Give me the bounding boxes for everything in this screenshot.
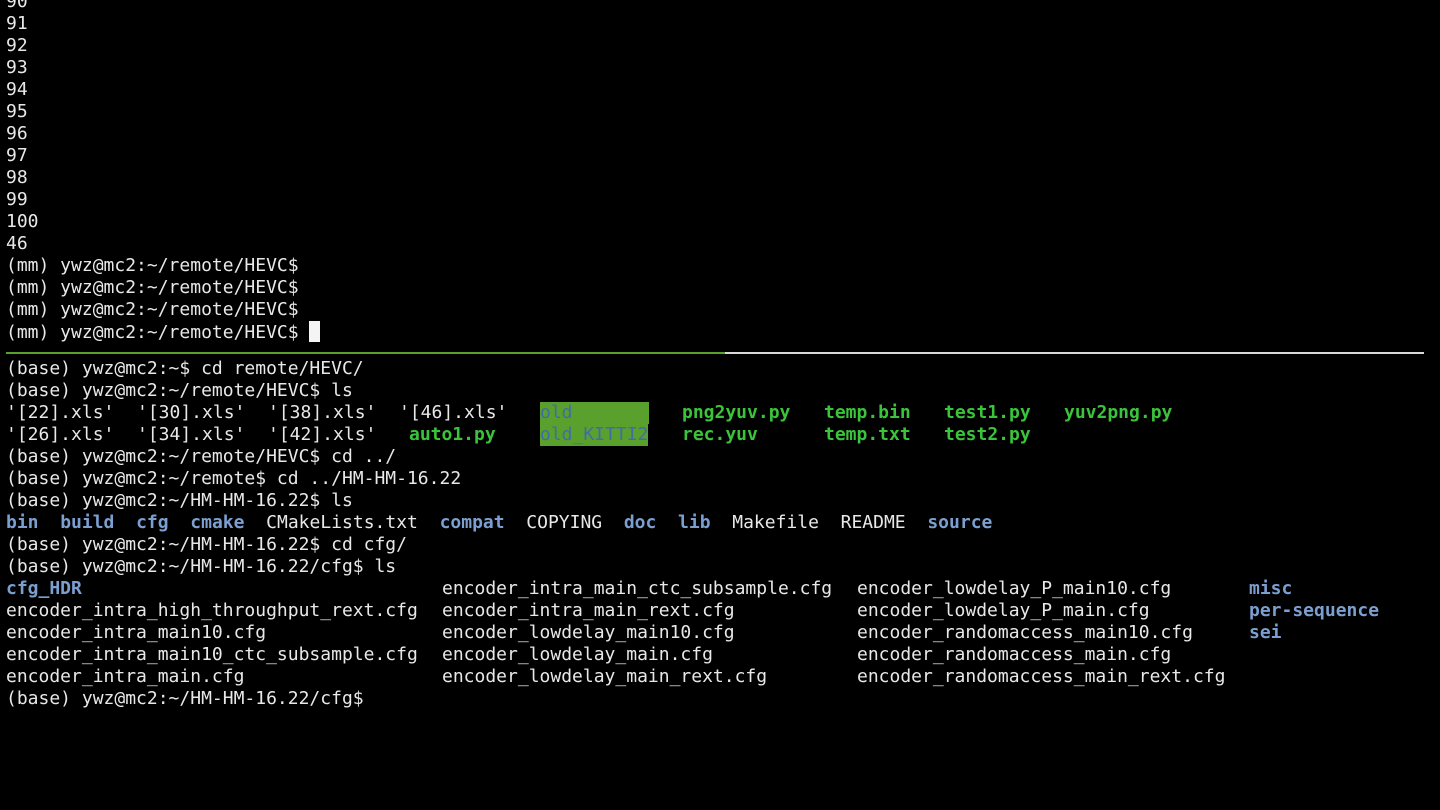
- executable-entry: test2.py: [944, 424, 1031, 445]
- file-entry: encoder_randomaccess_main.cfg: [857, 644, 1172, 665]
- directory-entry: old_KITTI2: [540, 424, 649, 446]
- file-entry: encoder_lowdelay_P_main10.cfg: [857, 578, 1172, 599]
- ls-output-row: '[22].xls' '[30].xls' '[38].xls' '[46].x…: [6, 402, 1440, 424]
- directory-entry: per-sequence: [1249, 600, 1380, 621]
- prompt-line: (mm) ywz@mc2:~/remote/HEVC$: [6, 277, 299, 298]
- executable-entry: temp.bin: [824, 402, 911, 423]
- output-line: 92: [6, 35, 28, 56]
- ls-output-row: bin build cfg cmake CMakeLists.txt compa…: [6, 512, 1440, 534]
- file-entry: '[30].xls': [137, 402, 246, 423]
- output-line: 46: [6, 233, 28, 254]
- command-line: (base) ywz@mc2:~/HM-HM-16.22/cfg$ ls: [6, 556, 397, 577]
- output-line: 90: [6, 0, 28, 12]
- command-line: (base) ywz@mc2:~/remote/HEVC$ cd ../: [6, 446, 397, 467]
- file-entry: encoder_lowdelay_main.cfg: [442, 644, 713, 665]
- file-entry: encoder_lowdelay_P_main.cfg: [857, 600, 1150, 621]
- output-line: 98: [6, 167, 28, 188]
- executable-entry: rec.yuv: [682, 424, 758, 445]
- ls-output-row: encoder_intra_main10.cfg encoder_lowdela…: [6, 622, 1440, 644]
- file-entry: encoder_randomaccess_main10.cfg: [857, 622, 1193, 643]
- file-entry: encoder_randomaccess_main_rext.cfg: [857, 666, 1226, 687]
- directory-entry: build: [60, 512, 115, 533]
- ls-output-row: encoder_intra_main.cfg encoder_lowdelay_…: [6, 666, 1440, 688]
- ls-output-row: encoder_intra_main10_ctc_subsample.cfg e…: [6, 644, 1440, 666]
- command-line: (base) ywz@mc2:~/remote/HEVC$ ls: [6, 380, 353, 401]
- file-entry: '[22].xls': [6, 402, 115, 423]
- terminal-pane-bottom[interactable]: (base) ywz@mc2:~$ cd remote/HEVC/ (base)…: [6, 358, 1440, 710]
- output-line: 95: [6, 101, 28, 122]
- directory-entry: misc: [1249, 578, 1293, 599]
- text-cursor[interactable]: [309, 321, 321, 342]
- output-line: 100: [6, 211, 39, 232]
- file-entry: encoder_intra_main_rext.cfg: [442, 600, 735, 621]
- prompt-text: (mm) ywz@mc2:~/remote/HEVC$: [6, 322, 310, 343]
- pane-divider-active-segment: [6, 352, 725, 354]
- file-entry: README: [840, 512, 906, 533]
- directory-entry: cfg: [136, 512, 169, 533]
- file-entry: encoder_intra_main10_ctc_subsample.cfg: [6, 644, 418, 665]
- output-line: 93: [6, 57, 28, 78]
- terminal-pane-top[interactable]: 90 91 92 93 94 95 96 97 98 99 100 46 (mm…: [6, 0, 1440, 343]
- active-prompt-line[interactable]: (mm) ywz@mc2:~/remote/HEVC$: [6, 321, 1440, 343]
- output-line: 97: [6, 145, 28, 166]
- file-entry: '[34].xls': [137, 424, 246, 445]
- pane-divider[interactable]: [6, 352, 1424, 354]
- directory-entry: old: [540, 402, 649, 424]
- output-line: 94: [6, 79, 28, 100]
- directory-entry: bin: [6, 512, 39, 533]
- directory-entry: compat: [439, 512, 505, 533]
- file-entry: '[42].xls': [268, 424, 377, 445]
- prompt-line: (mm) ywz@mc2:~/remote/HEVC$: [6, 299, 299, 320]
- output-line: 99: [6, 189, 28, 210]
- prompt-line: (mm) ywz@mc2:~/remote/HEVC$: [6, 255, 299, 276]
- file-entry: '[46].xls': [399, 402, 508, 423]
- directory-entry: sei: [1249, 622, 1282, 643]
- command-line: (base) ywz@mc2:~/remote$ cd ../HM-HM-16.…: [6, 468, 462, 489]
- directory-entry: doc: [623, 512, 657, 533]
- file-entry: encoder_lowdelay_main10.cfg: [442, 622, 735, 643]
- file-entry: encoder_intra_main.cfg: [6, 666, 245, 687]
- ls-output-row: encoder_intra_high_throughput_rext.cfg e…: [6, 600, 1440, 622]
- file-entry: '[26].xls': [6, 424, 115, 445]
- directory-entry: cfg_HDR: [6, 578, 82, 599]
- executable-entry: test1.py: [944, 402, 1031, 423]
- executable-entry: png2yuv.py: [682, 402, 791, 423]
- file-entry: encoder_intra_main_ctc_subsample.cfg: [442, 578, 833, 599]
- executable-entry: temp.txt: [824, 424, 911, 445]
- command-line: (base) ywz@mc2:~$ cd remote/HEVC/: [6, 358, 364, 379]
- output-line: 96: [6, 123, 28, 144]
- file-entry: CMakeLists.txt: [266, 512, 418, 533]
- file-entry: encoder_intra_main10.cfg: [6, 622, 267, 643]
- executable-entry: auto1.py: [409, 424, 496, 445]
- directory-entry: source: [927, 512, 993, 533]
- ls-output-row: '[26].xls' '[34].xls' '[42].xls' auto1.p…: [6, 424, 1440, 446]
- file-entry: encoder_lowdelay_main_rext.cfg: [442, 666, 768, 687]
- executable-entry: yuv2png.py: [1064, 402, 1173, 423]
- command-line: (base) ywz@mc2:~/HM-HM-16.22$ cd cfg/: [6, 534, 407, 555]
- ls-output-row: cfg_HDR encoder_intra_main_ctc_subsample…: [6, 578, 1440, 600]
- directory-entry: cmake: [190, 512, 245, 533]
- file-entry: Makefile: [732, 512, 819, 533]
- file-entry: encoder_intra_high_throughput_rext.cfg: [6, 600, 418, 621]
- output-line: 91: [6, 13, 28, 34]
- file-entry: COPYING: [526, 512, 603, 533]
- prompt-line: (base) ywz@mc2:~/HM-HM-16.22/cfg$: [6, 688, 364, 709]
- command-line: (base) ywz@mc2:~/HM-HM-16.22$ ls: [6, 490, 353, 511]
- directory-entry: lib: [678, 512, 711, 533]
- file-entry: '[38].xls': [268, 402, 377, 423]
